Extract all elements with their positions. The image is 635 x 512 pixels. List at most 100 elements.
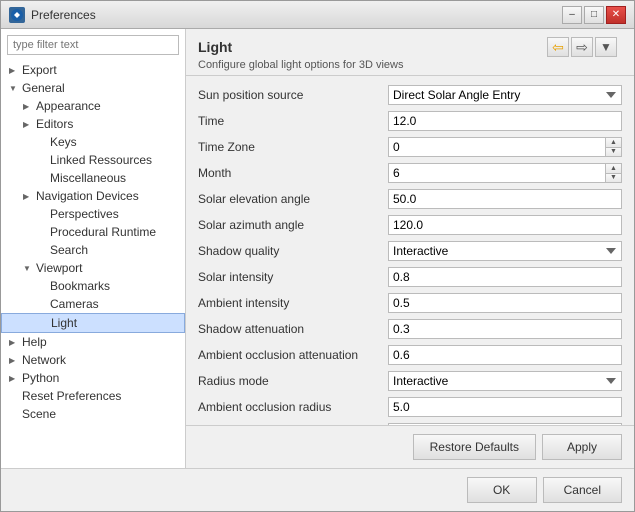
sidebar-item-perspectives[interactable]: Perspectives: [1, 205, 185, 223]
field-spinner-input-time-zone[interactable]: [389, 138, 605, 156]
nav-forward-button[interactable]: ⇨: [571, 37, 593, 57]
field-label-solar-azimuth-angle: Solar azimuth angle: [198, 218, 388, 232]
panel-content: Sun position sourceDirect Solar Angle En…: [186, 76, 634, 425]
ok-button[interactable]: OK: [467, 477, 537, 503]
sidebar-item-label-search: Search: [50, 243, 88, 257]
bottom-buttons: OK Cancel: [1, 468, 634, 511]
sidebar-item-label-navigation-devices: Navigation Devices: [36, 189, 139, 203]
sidebar-item-appearance[interactable]: ▶Appearance: [1, 97, 185, 115]
spinner-up-time-zone[interactable]: ▲: [606, 138, 621, 148]
field-select-radius-mode[interactable]: Interactive: [388, 371, 622, 391]
sidebar-item-label-light: Light: [51, 316, 77, 330]
sidebar-item-label-python: Python: [22, 371, 59, 385]
field-input-solar-elevation-angle[interactable]: [388, 189, 622, 209]
form-row-solar-elevation-angle: Solar elevation angle: [198, 188, 622, 210]
panel-subtitle: Configure global light options for 3D vi…: [198, 59, 622, 71]
sidebar-item-label-perspectives: Perspectives: [50, 207, 119, 221]
tree-arrow-navigation-devices: ▶: [23, 192, 33, 201]
title-bar-left: Preferences: [9, 7, 96, 23]
form-row-shadow-quality: Shadow qualityInteractive: [198, 240, 622, 262]
sidebar-item-label-keys: Keys: [50, 135, 77, 149]
nav-dropdown-button[interactable]: ▼: [595, 37, 617, 57]
panel-header: Light ⇦ ⇨ ▼ Configure global light optio…: [186, 29, 634, 76]
sidebar-item-navigation-devices[interactable]: ▶Navigation Devices: [1, 187, 185, 205]
sidebar-item-editors[interactable]: ▶Editors: [1, 115, 185, 133]
sidebar-item-cameras[interactable]: Cameras: [1, 295, 185, 313]
field-spinner-input-month[interactable]: [389, 164, 605, 182]
sidebar-item-label-editors: Editors: [36, 117, 73, 131]
restore-defaults-button[interactable]: Restore Defaults: [413, 434, 536, 460]
tree-arrow-viewport: ▼: [23, 264, 33, 273]
form-row-solar-azimuth-angle: Solar azimuth angle: [198, 214, 622, 236]
cancel-button[interactable]: Cancel: [543, 477, 622, 503]
main-content: ▶Export▼General▶Appearance▶EditorsKeysLi…: [1, 29, 634, 468]
sidebar-item-general[interactable]: ▼General: [1, 79, 185, 97]
field-label-solar-elevation-angle: Solar elevation angle: [198, 192, 388, 206]
field-input-ambient-occlusion-radius[interactable]: [388, 397, 622, 417]
field-select-sun-position-source[interactable]: Direct Solar Angle Entry: [388, 85, 622, 105]
panel-header-row: Light ⇦ ⇨ ▼: [198, 37, 622, 57]
sidebar-item-linked-ressources[interactable]: Linked Ressources: [1, 151, 185, 169]
field-spinner-month: ▲▼: [388, 163, 622, 183]
sidebar-item-miscellaneous[interactable]: Miscellaneous: [1, 169, 185, 187]
field-label-radius-mode: Radius mode: [198, 374, 388, 388]
tree-arrow-editors: ▶: [23, 120, 33, 129]
minimize-button[interactable]: –: [562, 6, 582, 24]
sidebar-item-network[interactable]: ▶Network: [1, 351, 185, 369]
panel-title: Light: [198, 39, 232, 55]
filter-input[interactable]: [7, 35, 179, 55]
sidebar-item-help[interactable]: ▶Help: [1, 333, 185, 351]
form-row-solar-intensity: Solar intensity: [198, 266, 622, 288]
sidebar-item-reset-preferences[interactable]: Reset Preferences: [1, 387, 185, 405]
form-row-radius-mode: Radius modeInteractive: [198, 370, 622, 392]
field-label-shadow-quality: Shadow quality: [198, 244, 388, 258]
tree-arrow-export: ▶: [9, 66, 19, 75]
field-input-time[interactable]: [388, 111, 622, 131]
sidebar-item-label-help: Help: [22, 335, 47, 349]
field-select-shadow-quality[interactable]: Interactive: [388, 241, 622, 261]
spinner-up-month[interactable]: ▲: [606, 164, 621, 174]
tree-arrow-network: ▶: [9, 356, 19, 365]
sidebar-item-search[interactable]: Search: [1, 241, 185, 259]
title-bar: Preferences – □ ✕: [1, 1, 634, 29]
sidebar-item-procedural-runtime[interactable]: Procedural Runtime: [1, 223, 185, 241]
sidebar-item-keys[interactable]: Keys: [1, 133, 185, 151]
field-label-sun-position-source: Sun position source: [198, 88, 388, 102]
field-input-solar-azimuth-angle[interactable]: [388, 215, 622, 235]
field-label-solar-intensity: Solar intensity: [198, 270, 388, 284]
right-panel: Light ⇦ ⇨ ▼ Configure global light optio…: [186, 29, 634, 468]
sidebar-item-label-bookmarks: Bookmarks: [50, 279, 110, 293]
nav-back-button[interactable]: ⇦: [547, 37, 569, 57]
apply-button[interactable]: Apply: [542, 434, 622, 460]
form-row-ambient-intensity: Ambient intensity: [198, 292, 622, 314]
form-row-sun-position-source: Sun position sourceDirect Solar Angle En…: [198, 84, 622, 106]
sidebar-item-light[interactable]: Light: [1, 313, 185, 333]
sidebar-item-label-cameras: Cameras: [50, 297, 99, 311]
field-input-solar-intensity[interactable]: [388, 267, 622, 287]
tree-arrow-appearance: ▶: [23, 102, 33, 111]
field-input-ambient-intensity[interactable]: [388, 293, 622, 313]
field-label-time-zone: Time Zone: [198, 140, 388, 154]
spinner-down-time-zone[interactable]: ▼: [606, 148, 621, 157]
tree-arrow-help: ▶: [9, 338, 19, 347]
maximize-button[interactable]: □: [584, 6, 604, 24]
form-row-ambient-occlusion-radius: Ambient occlusion radius: [198, 396, 622, 418]
field-input-ambient-occlusion-attenuation[interactable]: [388, 345, 622, 365]
spinner-down-month[interactable]: ▼: [606, 174, 621, 183]
sidebar-item-label-general: General: [22, 81, 65, 95]
panel-footer: Restore Defaults Apply: [186, 425, 634, 468]
sidebar-item-python[interactable]: ▶Python: [1, 369, 185, 387]
close-button[interactable]: ✕: [606, 6, 626, 24]
sidebar-item-label-viewport: Viewport: [36, 261, 82, 275]
sidebar-item-bookmarks[interactable]: Bookmarks: [1, 277, 185, 295]
sidebar-item-label-miscellaneous: Miscellaneous: [50, 171, 126, 185]
field-input-shadow-attenuation[interactable]: [388, 319, 622, 339]
window-title: Preferences: [31, 8, 96, 22]
field-label-time: Time: [198, 114, 388, 128]
sidebar-item-viewport[interactable]: ▼Viewport: [1, 259, 185, 277]
sidebar-item-label-appearance: Appearance: [36, 99, 101, 113]
sidebar-item-export[interactable]: ▶Export: [1, 61, 185, 79]
sidebar-item-label-export: Export: [22, 63, 57, 77]
field-spinner-time-zone: ▲▼: [388, 137, 622, 157]
sidebar-item-scene[interactable]: Scene: [1, 405, 185, 423]
